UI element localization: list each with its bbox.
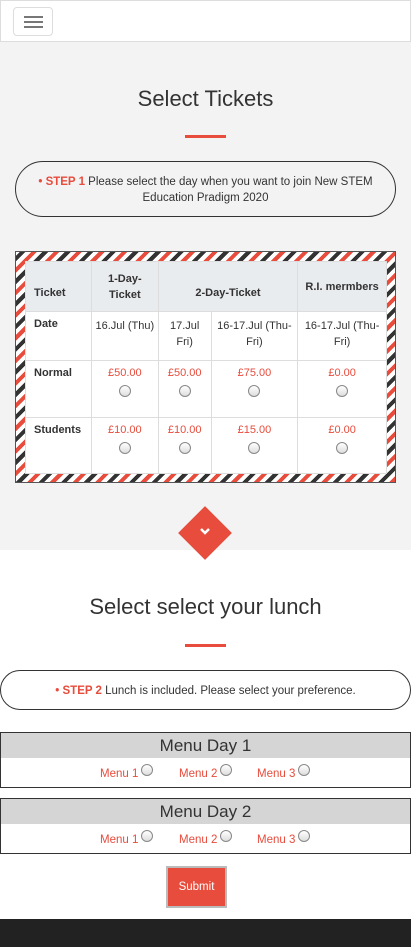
lunch-title-underline [185,644,226,647]
menu-radio[interactable] [220,764,233,776]
menu-option[interactable]: Menu 3 [257,764,311,780]
menu-radio[interactable] [298,764,311,776]
header-ticket: Ticket [25,261,92,312]
ticket-radio[interactable] [178,442,191,454]
price: £75.00 [237,367,272,379]
price: £50.00 [167,367,202,379]
menu-option-label: Menu 3 [257,768,296,780]
date-cell: 16-17.Jul (Thu-Fri) [297,311,387,361]
ticket-radio[interactable] [118,385,131,397]
row-label-normal: Normal [25,360,92,418]
price: £0.00 [328,367,356,379]
step1-instructions: • STEP 1 Please select the day when you … [15,161,396,217]
step2-instructions: • STEP 2 Lunch is included. Please selec… [0,670,411,710]
menu-option-label: Menu 2 [179,768,218,780]
menu-radio[interactable] [298,830,311,842]
step1-text: Please select the day when you want to j… [84,176,373,204]
price: £15.00 [237,424,272,436]
ticket-table: Ticket 1-Day-Ticket 2-Day-Ticket R.I. me… [25,261,387,474]
ticket-table-frame: Ticket 1-Day-Ticket 2-Day-Ticket R.I. me… [15,251,396,483]
menu-radio[interactable] [141,830,154,842]
row-label-students: Students [25,417,92,474]
ticket-radio[interactable] [118,442,131,454]
date-cell: 16-17.Jul (Thu-Fri) [210,311,299,361]
price: £10.00 [167,424,202,436]
menu-day-title: Menu Day 2 [1,799,410,824]
menu-radio[interactable] [220,830,233,842]
chevron-down-icon [197,524,213,540]
footer [0,919,411,947]
menu-option[interactable]: Menu 2 [179,830,233,846]
price: £10.00 [108,424,142,436]
ticket-radio[interactable] [178,385,191,397]
header-2-day: 2-Day-Ticket [157,261,299,312]
menu-option[interactable]: Menu 1 [100,764,154,780]
menu-day-1: Menu Day 1 Menu 1 Menu 2 Menu 3 [0,732,411,788]
top-navbar [0,0,411,42]
row-label-date: Date [25,311,92,361]
menu-day-2: Menu Day 2 Menu 1 Menu 2 Menu 3 [0,798,411,854]
menu-option-label: Menu 3 [257,834,296,846]
price: £0.00 [328,424,356,436]
menu-day-title: Menu Day 1 [1,733,410,758]
step2-label: • STEP 2 [55,685,102,697]
ticket-radio[interactable] [336,442,349,454]
page-title: Select Tickets [137,86,274,111]
ticket-radio[interactable] [336,385,349,397]
menu-option-label: Menu 1 [100,834,139,846]
menu-option[interactable]: Menu 1 [100,830,154,846]
menu-option[interactable]: Menu 3 [257,830,311,846]
date-cell: 16.Jul (Thu) [90,311,159,361]
lunch-title: Select select your lunch [89,594,322,619]
price: £50.00 [108,367,142,379]
step1-label: • STEP 1 [38,176,85,188]
hamburger-icon[interactable] [13,7,53,36]
submit-button[interactable]: Submit [166,866,227,908]
ticket-radio[interactable] [248,385,261,397]
header-ri-members: R.I. mermbers [297,261,387,312]
menu-radio[interactable] [141,764,154,776]
ticket-radio[interactable] [248,442,261,454]
menu-option-label: Menu 2 [179,834,218,846]
step2-text: Lunch is included. Please select your pr… [101,685,356,697]
menu-option-label: Menu 1 [100,768,139,780]
date-cell: 17.Jul Fri) [157,311,212,361]
header-1-day: 1-Day-Ticket [90,261,159,312]
title-underline [185,135,226,138]
menu-option[interactable]: Menu 2 [179,764,233,780]
